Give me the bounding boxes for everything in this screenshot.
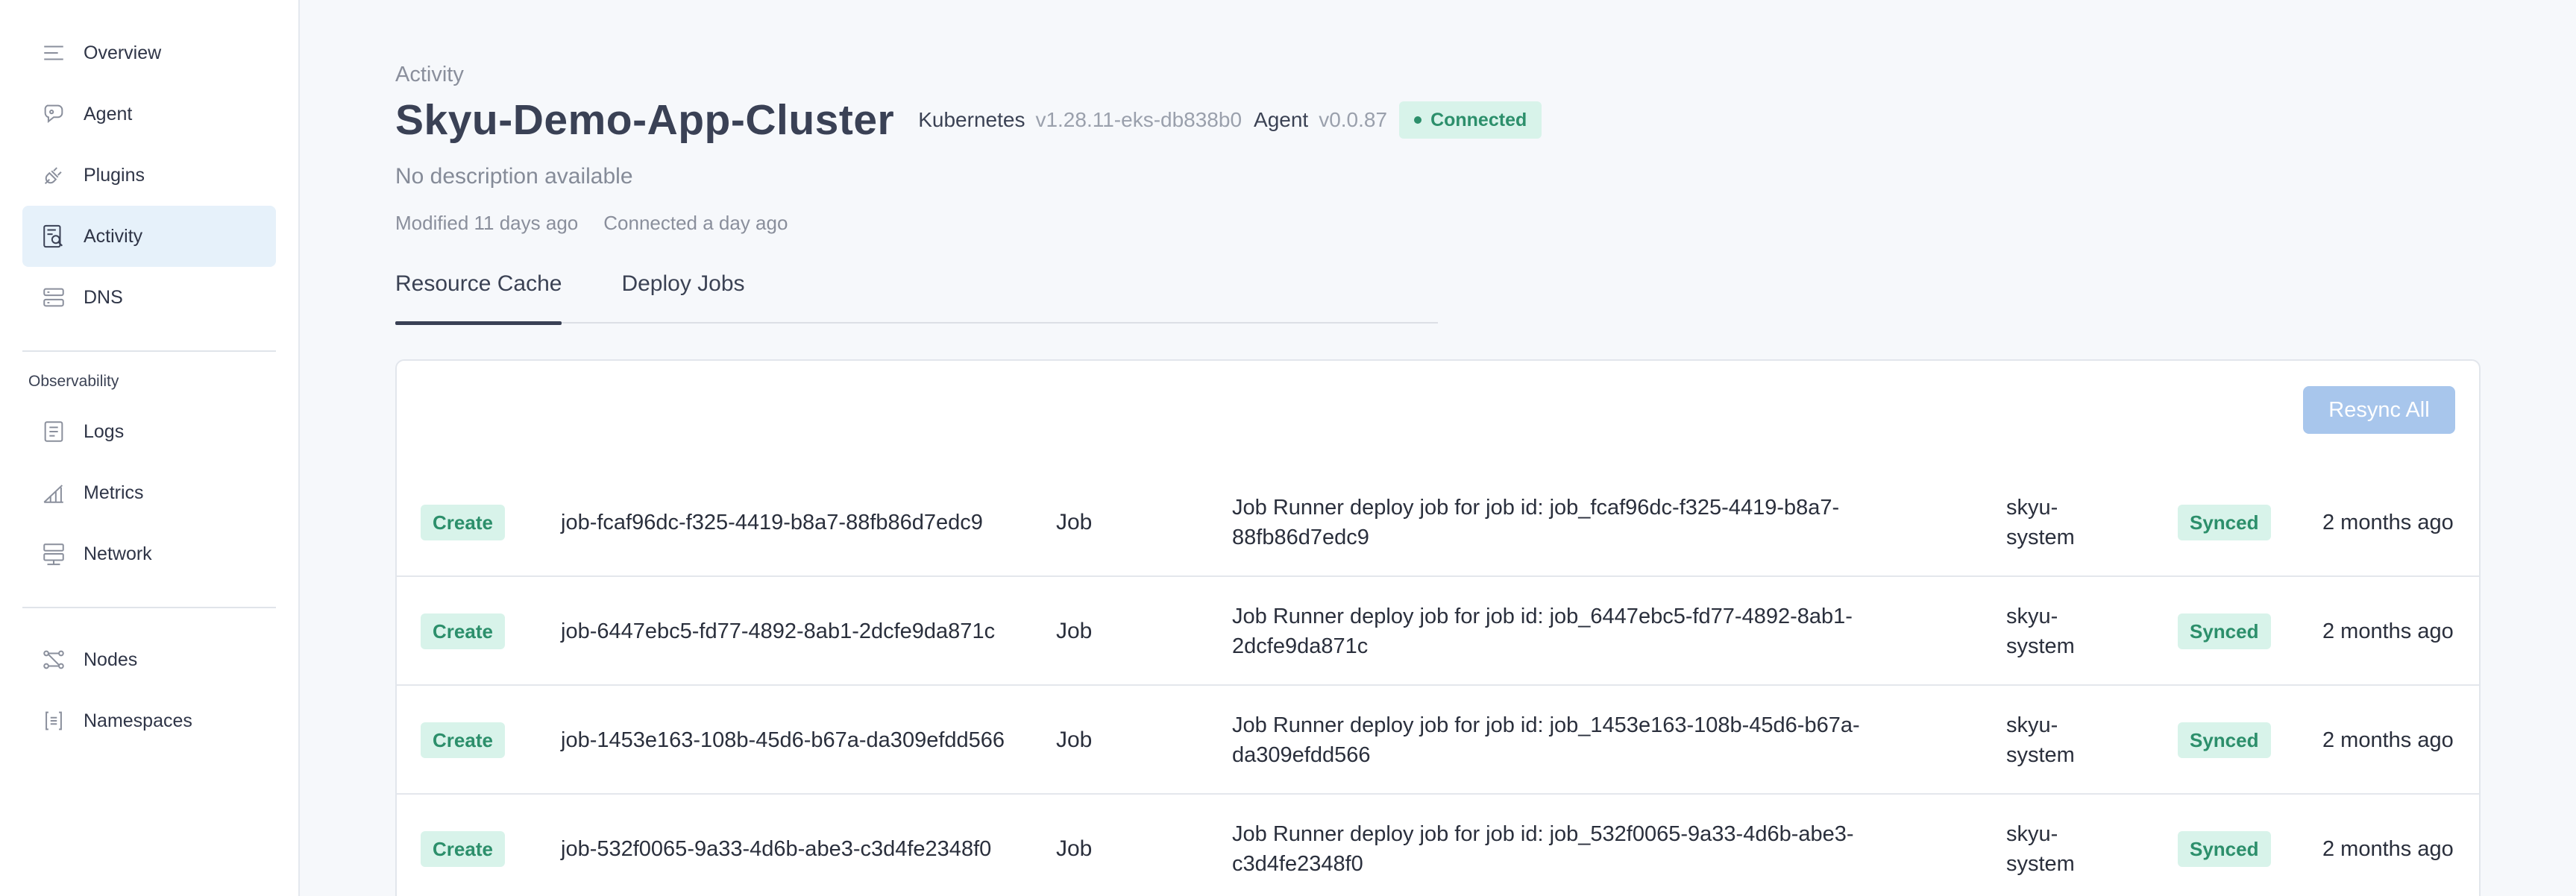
- cluster-description: No description available: [395, 164, 633, 189]
- tabs: Resource Cache Deploy Jobs: [395, 261, 1438, 325]
- resource-cache-card: Resync All Create job-fcaf96dc-f325-4419…: [395, 359, 2481, 896]
- sidebar-item-label: DNS: [84, 286, 123, 308]
- namespaces-icon: [40, 707, 67, 734]
- table-row[interactable]: Create job-532f0065-9a33-4d6b-abe3-c3d4f…: [397, 795, 2479, 896]
- resource-description: Job Runner deploy job for job id: job_64…: [1232, 605, 1853, 658]
- resource-namespace: skyu-system: [2006, 496, 2075, 549]
- meta-times: Modified 11 days ago Connected a day ago: [395, 212, 788, 235]
- sidebar-item-label: Logs: [84, 420, 125, 442]
- sidebar-item-network[interactable]: Network: [22, 523, 276, 584]
- table-row[interactable]: Create job-fcaf96dc-f325-4419-b8a7-88fb8…: [397, 468, 2479, 577]
- sidebar-divider: [22, 607, 276, 608]
- sidebar-item-metrics[interactable]: Metrics: [22, 462, 276, 523]
- action-badge: Create: [421, 505, 505, 540]
- resource-name: job-fcaf96dc-f325-4419-b8a7-88fb86d7edc9: [561, 511, 983, 534]
- sidebar-item-namespaces[interactable]: Namespaces: [22, 690, 276, 751]
- modified-time: Modified 11 days ago: [395, 212, 579, 234]
- resource-time: 2 months ago: [2322, 619, 2454, 643]
- connected-time: Connected a day ago: [603, 212, 788, 234]
- resource-kind: Job: [1056, 619, 1093, 643]
- kubernetes-version: v1.28.11-eks-db838b0: [1035, 108, 1243, 131]
- resource-name: job-6447ebc5-fd77-4892-8ab1-2dcfe9da871c: [561, 619, 996, 643]
- resource-kind: Job: [1056, 728, 1093, 752]
- resource-description: Job Runner deploy job for job id: job_fc…: [1232, 496, 1840, 549]
- nodes-icon: [40, 646, 67, 673]
- sidebar-item-label: Metrics: [84, 482, 144, 503]
- resource-name: job-532f0065-9a33-4d6b-abe3-c3d4fe2348f0: [561, 837, 992, 861]
- resource-name: job-1453e163-108b-45d6-b67a-da309efdd566: [561, 728, 1005, 752]
- sidebar-item-label: Overview: [84, 42, 162, 63]
- resource-description: Job Runner deploy job for job id: job_53…: [1232, 822, 1854, 876]
- sidebar-item-label: Plugins: [84, 164, 145, 186]
- resource-description: Job Runner deploy job for job id: job_14…: [1232, 713, 1860, 767]
- tab-resource-cache[interactable]: Resource Cache: [395, 261, 562, 325]
- sidebar-item-label: Network: [84, 543, 152, 564]
- page-title: Skyu-Demo-App-Cluster: [395, 96, 895, 144]
- sidebar-item-activity[interactable]: Activity: [22, 206, 276, 267]
- kubernetes-label: Kubernetes: [918, 108, 1025, 131]
- synced-badge: Synced: [2178, 722, 2271, 758]
- agent-icon: [40, 101, 67, 127]
- resource-time: 2 months ago: [2322, 728, 2454, 752]
- action-badge: Create: [421, 722, 505, 758]
- breadcrumb[interactable]: Activity: [395, 63, 464, 87]
- synced-badge: Synced: [2178, 613, 2271, 649]
- sidebar-item-label: Activity: [84, 225, 143, 247]
- plug-icon: [40, 162, 67, 189]
- resource-table: Create job-fcaf96dc-f325-4419-b8a7-88fb8…: [397, 468, 2479, 896]
- title-row: Skyu-Demo-App-Cluster Kubernetes v1.28.1…: [395, 95, 1542, 145]
- status-badge: Connected: [1399, 101, 1542, 139]
- resource-kind: Job: [1056, 836, 1093, 861]
- sidebar-item-dns[interactable]: DNS: [22, 267, 276, 328]
- resource-namespace: skyu-system: [2006, 605, 2075, 658]
- resource-kind: Job: [1056, 510, 1093, 534]
- status-dot-icon: [1414, 116, 1422, 124]
- resource-namespace: skyu-system: [2006, 822, 2075, 876]
- synced-badge: Synced: [2178, 831, 2271, 867]
- activity-icon: [40, 223, 67, 250]
- resource-time: 2 months ago: [2322, 511, 2454, 534]
- resync-all-button[interactable]: Resync All: [2303, 386, 2455, 434]
- resource-namespace: skyu-system: [2006, 713, 2075, 767]
- table-row[interactable]: Create job-1453e163-108b-45d6-b67a-da309…: [397, 686, 2479, 795]
- logs-icon: [40, 418, 67, 445]
- overview-lines-icon: [40, 40, 67, 66]
- synced-badge: Synced: [2178, 505, 2271, 540]
- status-text: Connected: [1430, 109, 1527, 130]
- tab-deploy-jobs[interactable]: Deploy Jobs: [621, 261, 744, 324]
- table-row[interactable]: Create job-6447ebc5-fd77-4892-8ab1-2dcfe…: [397, 577, 2479, 686]
- section-label-observability: Observability: [28, 373, 119, 390]
- sidebar-item-label: Namespaces: [84, 710, 192, 731]
- sidebar-item-agent[interactable]: Agent: [22, 83, 276, 145]
- agent-version: v0.0.87: [1319, 108, 1388, 131]
- sidebar-item-nodes[interactable]: Nodes: [22, 629, 276, 690]
- sidebar-item-label: Nodes: [84, 649, 138, 670]
- main-content: Activity Skyu-Demo-App-Cluster Kubernete…: [395, 0, 2576, 896]
- action-badge: Create: [421, 831, 505, 867]
- sidebar-item-overview[interactable]: Overview: [22, 22, 276, 83]
- sidebar-divider: [22, 350, 276, 352]
- action-badge: Create: [421, 613, 505, 649]
- sidebar-item-label: Agent: [84, 103, 133, 124]
- agent-label: Agent: [1254, 108, 1309, 131]
- sidebar: Overview Agent Plugins Activity DNS Obse…: [0, 0, 300, 896]
- network-icon: [40, 540, 67, 567]
- resource-time: 2 months ago: [2322, 837, 2454, 861]
- sidebar-item-logs[interactable]: Logs: [22, 401, 276, 462]
- metrics-icon: [40, 479, 67, 506]
- sidebar-item-plugins[interactable]: Plugins: [22, 145, 276, 206]
- dns-icon: [40, 284, 67, 311]
